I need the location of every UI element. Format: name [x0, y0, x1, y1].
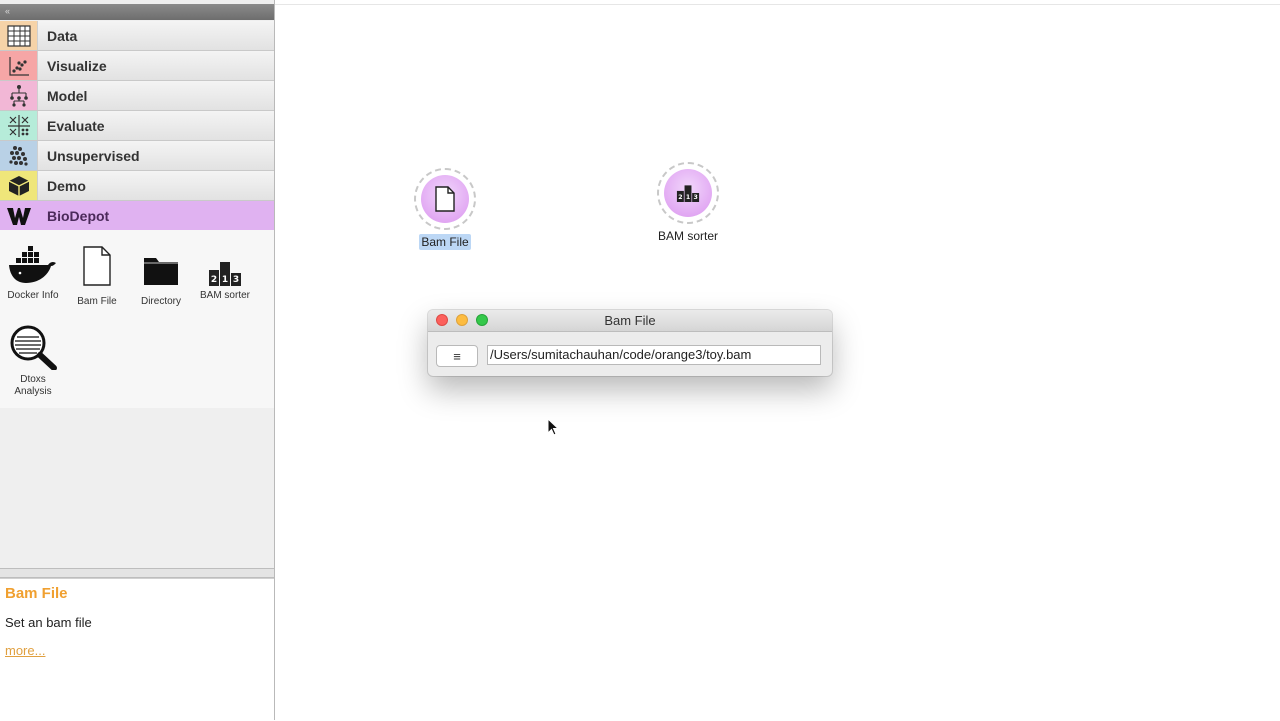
file-path-field[interactable]: /Users/sumitachauhan/code/orange3/toy.ba… — [487, 345, 821, 365]
description-panel: Bam File Set an bam file more... — [0, 578, 274, 721]
podium-icon: 213 — [664, 169, 712, 217]
document-icon — [65, 238, 129, 286]
docker-whale-icon — [1, 238, 65, 286]
category-biodepot[interactable]: BioDepot — [0, 201, 274, 231]
widget-docker-info[interactable]: Docker Info — [1, 238, 65, 302]
category-label: BioDepot — [47, 207, 110, 224]
widget-directory[interactable]: Directory — [129, 238, 193, 308]
widget-label: Bam File — [77, 296, 117, 307]
widget-label: Directory — [140, 296, 181, 307]
node-ring[interactable]: 213 — [657, 162, 719, 224]
dialog-titlebar[interactable]: Bam File — [428, 310, 832, 332]
folder-icon — [129, 238, 193, 286]
category-label: Demo — [47, 177, 86, 194]
svg-text:2: 2 — [211, 275, 217, 285]
svg-text:1: 1 — [686, 194, 690, 201]
node-label[interactable]: BAM sorter — [656, 228, 720, 244]
splitter-handle[interactable] — [0, 568, 274, 578]
category-unsupervised[interactable]: Unsupervised — [0, 141, 274, 171]
widget-dock: « Data Visualize Model Evaluate Unsuperv… — [0, 0, 275, 721]
widget-bam-sorter[interactable]: 213 BAM sorter — [193, 238, 257, 302]
node-bam-file[interactable]: Bam File — [405, 168, 485, 251]
scatter-plot-icon — [0, 51, 38, 80]
category-label: Evaluate — [47, 117, 105, 134]
bam-file-dialog: Bam File ≡ /Users/sumitachauhan/code/ora… — [428, 310, 832, 376]
category-visualize[interactable]: Visualize — [0, 51, 274, 81]
dialog-title: Bam File — [604, 313, 656, 328]
cube-icon — [0, 171, 38, 200]
widget-toolbox: Docker Info Bam File Directory 213 BAM s… — [0, 230, 274, 408]
dock-titlebar[interactable]: « — [0, 4, 274, 20]
category-label: Visualize — [47, 57, 107, 74]
magnifier-icon — [1, 322, 65, 370]
category-label: Unsupervised — [47, 147, 140, 164]
node-bam-sorter[interactable]: 213 BAM sorter — [643, 162, 733, 245]
mouse-cursor-icon — [547, 417, 560, 441]
canvas-top-edge — [275, 0, 1280, 5]
widget-dtoxs-analysis[interactable]: Dtoxs Analysis — [1, 322, 65, 398]
tree-model-icon — [0, 81, 38, 110]
description-title: Bam File — [5, 585, 68, 602]
svg-text:2: 2 — [678, 194, 682, 201]
more-link[interactable]: more... — [5, 643, 45, 658]
clusters-icon — [0, 141, 38, 170]
category-data[interactable]: Data — [0, 21, 274, 51]
category-model[interactable]: Model — [0, 81, 274, 111]
widget-label: BAM sorter — [199, 290, 250, 301]
document-icon — [421, 175, 469, 223]
w-logo-icon — [0, 201, 38, 230]
category-label: Model — [47, 87, 88, 104]
node-ring[interactable] — [414, 168, 476, 230]
svg-text:1: 1 — [222, 275, 228, 285]
widget-label: Docker Info — [7, 290, 59, 301]
category-evaluate[interactable]: Evaluate — [0, 111, 274, 141]
node-label[interactable]: Bam File — [419, 234, 471, 250]
category-demo[interactable]: Demo — [0, 171, 274, 201]
file-menu-button[interactable]: ≡ — [436, 345, 478, 367]
widget-label: Dtoxs Analysis — [14, 374, 52, 397]
widget-bam-file[interactable]: Bam File — [65, 238, 129, 308]
evaluate-grid-icon — [0, 111, 38, 140]
svg-text:3: 3 — [693, 194, 697, 201]
table-icon — [0, 21, 38, 50]
svg-text:3: 3 — [233, 275, 239, 285]
category-label: Data — [47, 27, 78, 44]
collapse-dock-icon[interactable]: « — [5, 4, 10, 18]
podium-icon: 213 — [193, 238, 257, 286]
description-text: Set an bam file — [5, 615, 92, 630]
